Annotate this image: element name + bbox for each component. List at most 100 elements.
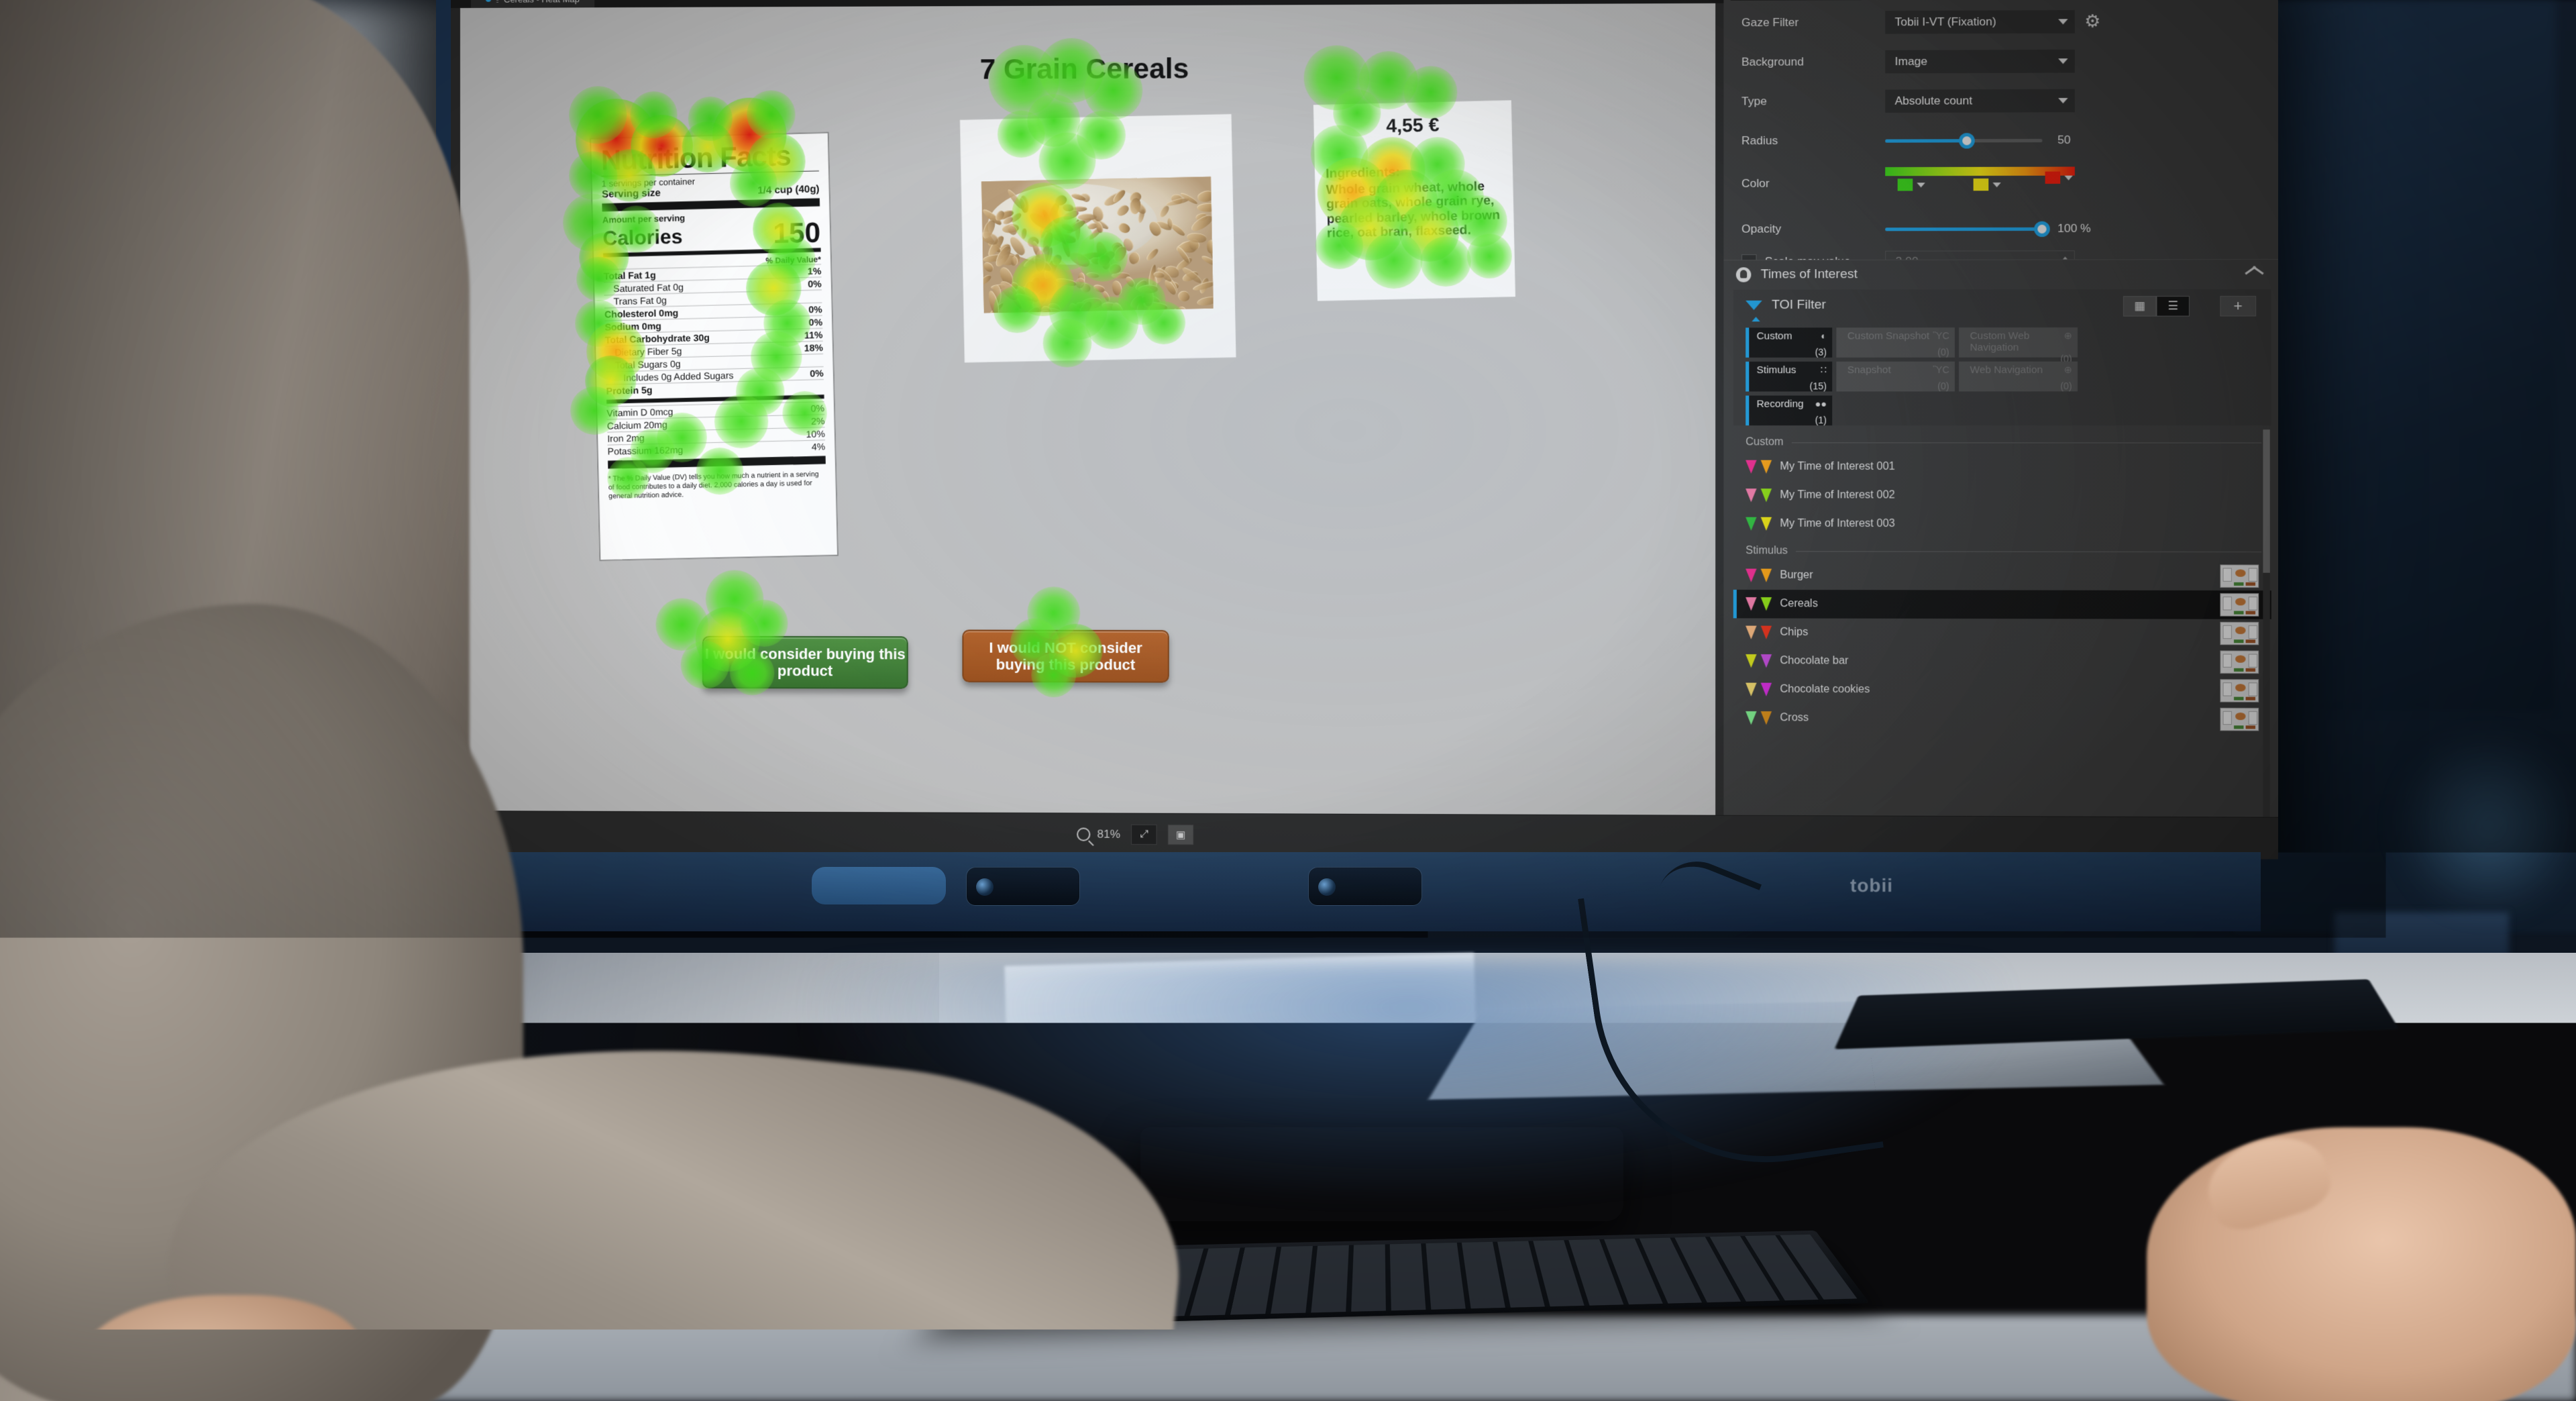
toi-start-flag-icon [1746,569,1756,582]
would-consider-button[interactable]: I would consider buying this product [702,636,908,689]
type-value: Absolute count [1895,94,1973,108]
vitamin-rows: Vitamin D 0mcg 0% Calcium 20mg 2% Iron 2mg 10… [606,401,825,457]
add-toi-plus-icon[interactable]: + [2220,296,2256,317]
chevron-down-icon[interactable] [1917,183,1925,187]
zoom-level: 81% [1097,827,1120,841]
zoom-control[interactable]: 81% [1077,827,1120,841]
toi-list-item[interactable]: Chocolate bar [1733,647,2271,676]
background-glow [2388,738,2576,913]
times-of-interest-header[interactable]: Times of Interest [1723,259,2278,289]
toi-item-thumbnail [2220,650,2259,674]
setting-row-type: Type Absolute count [1723,81,2278,121]
stimulus-stage[interactable]: 7 Grain Cereals Nutrition Facts 1 servin… [460,3,1715,829]
toi-list-item[interactable]: Cross [1733,704,2271,734]
toi-end-flag-icon [1761,626,1772,639]
cereal-flake [1010,256,1018,267]
stimulus-icon: ∷ [1821,364,1827,376]
toi-category-custom-web-navigation[interactable]: Custom Web Navigation ⊕ (0) [1959,327,2078,358]
cereal-flake [1158,204,1170,219]
setting-row-background: Background Image [1723,41,2278,82]
toi-category-recording[interactable]: Recording ●● (1) [1746,396,1832,426]
toi-category-web-navigation[interactable]: Web Navigation ⊕ (0) [1959,362,2078,392]
heat-blob [569,86,627,144]
fit-to-screen-icon[interactable]: ⤢ [1131,824,1157,844]
background-dropdown[interactable]: Image [1885,50,2075,73]
tab-cereals-heatmap[interactable]: Cereals - Heat Map [471,0,594,8]
gaze-filter-label: Gaze Filter [1723,15,1885,30]
chevron-down-icon[interactable] [2064,176,2072,180]
divider [1796,551,2261,552]
type-dropdown[interactable]: Absolute count [1885,89,2075,113]
color-stop-green[interactable] [1898,178,1913,191]
toi-list-item[interactable]: My Time of Interest 003 [1733,510,2271,539]
cereal-flake [1016,312,1036,313]
nutrient-rows: Total Fat 1g 1% Saturated Fat 0g 0% Trans Fa… [604,264,824,397]
toi-category-label: Custom [1757,330,1792,342]
toi-filter-box: TOI Filter ▦ ☰ + Custom ◐ (3) Custom Snapsh… [1733,289,2271,425]
toi-category-custom[interactable]: Custom ◐ (3) [1746,327,1832,358]
gaze-filter-value: Tobii I-VT (Fixation) [1895,15,1996,30]
toi-list[interactable]: Custom My Time of Interest 001 My Time of … [1733,429,2271,860]
cereal-flake [981,274,992,288]
gaze-filter-dropdown[interactable]: Tobii I-VT (Fixation) [1885,10,2075,34]
toi-start-flag-icon [1746,460,1756,474]
toi-list-item[interactable]: Burger [1733,561,2271,590]
tab-label: Cereals - Heat Map [504,0,580,4]
heat-blob [630,91,677,138]
image-icon: ὛC [1933,364,1949,375]
gear-icon[interactable]: ⚙ [2084,11,2105,32]
toi-item-thumbnail [2220,708,2259,731]
nutrient-label: Total Sugars 0g [615,358,681,370]
would-not-consider-button[interactable]: I would NOT consider buying this product [962,629,1169,682]
heatmap-settings-panel: Heat Map Gaze Filter Tobii I-VT (Fixatio… [1723,0,2278,860]
opacity-slider[interactable] [1885,227,2042,230]
toi-filter-title: TOI Filter [1772,298,1826,313]
toi-list-item[interactable]: Cereals [1733,590,2271,619]
collapse-chevron-up-icon[interactable] [2245,265,2263,274]
radius-slider[interactable] [1885,138,2042,142]
filter-funnel-icon[interactable] [1746,301,1762,310]
toi-end-flag-icon [1761,654,1772,668]
toi-list-item[interactable]: My Time of Interest 001 [1733,453,2271,482]
grid-view-icon[interactable]: ▦ [2123,296,2156,317]
toi-list-item[interactable]: Chocolate cookies [1733,675,2271,705]
search-icon[interactable] [1077,827,1090,841]
toi-start-flag-icon [1746,711,1756,725]
toi-end-flag-icon [1761,683,1772,696]
background-value: Image [1895,55,1928,68]
toi-start-flag-icon [1746,683,1756,696]
cereal-flake [1086,272,1099,278]
toi-end-flag-icon [1761,569,1772,582]
toi-category-count: (0) [1937,380,1949,391]
would-consider-label: I would consider buying this product [704,645,907,679]
toi-category-snapshot[interactable]: Snapshot ὛC (0) [1836,362,1955,392]
nutrient-dv: 0% [808,317,822,328]
tracker-camera-right [1308,867,1422,906]
actual-size-icon[interactable]: ▣ [1168,824,1194,844]
toi-category-stimulus[interactable]: Stimulus ∷ (15) [1746,362,1832,392]
nutrient-dv: 0% [808,303,822,315]
opacity-value: 100 % [2057,222,2091,236]
image-icon: ὛC [1933,330,1949,341]
vitamin-dv: 0% [810,403,824,414]
toi-item-label: Chocolate bar [1780,655,1848,667]
toi-category-custom-snapshot[interactable]: Custom Snapshot ὛC (0) [1836,327,1955,358]
toi-list-item[interactable]: Chips [1733,618,2271,647]
nutrition-facts-card: Nutrition Facts 1 servings per container… [590,132,839,562]
color-stop-yellow[interactable] [1974,178,1989,191]
cereal-flake [1084,311,1097,313]
calories-label: Calories [602,225,683,250]
monitor: Cereals - Heat Map 7 Grain Cereals Nutri… [436,0,2261,930]
monitor-base [1140,1127,1623,1221]
chevron-down-icon[interactable] [1992,183,2000,187]
nutrient-label: Sodium 0mg [604,320,661,332]
color-stop-red[interactable] [2045,172,2061,184]
list-view-icon[interactable]: ☰ [2156,296,2190,317]
toi-category-grid: Custom ◐ (3) Custom Snapshot ὛC (0) Custom Web… [1746,327,2078,425]
toi-list-item[interactable]: My Time of Interest 002 [1733,481,2271,510]
toi-start-flag-icon [1746,517,1756,531]
toi-scrollbar-thumb[interactable] [2263,429,2269,572]
toi-icon [1736,267,1752,282]
toi-end-flag-icon [1761,711,1772,725]
heatmap-tab[interactable]: Heat Map [1731,0,1862,1]
